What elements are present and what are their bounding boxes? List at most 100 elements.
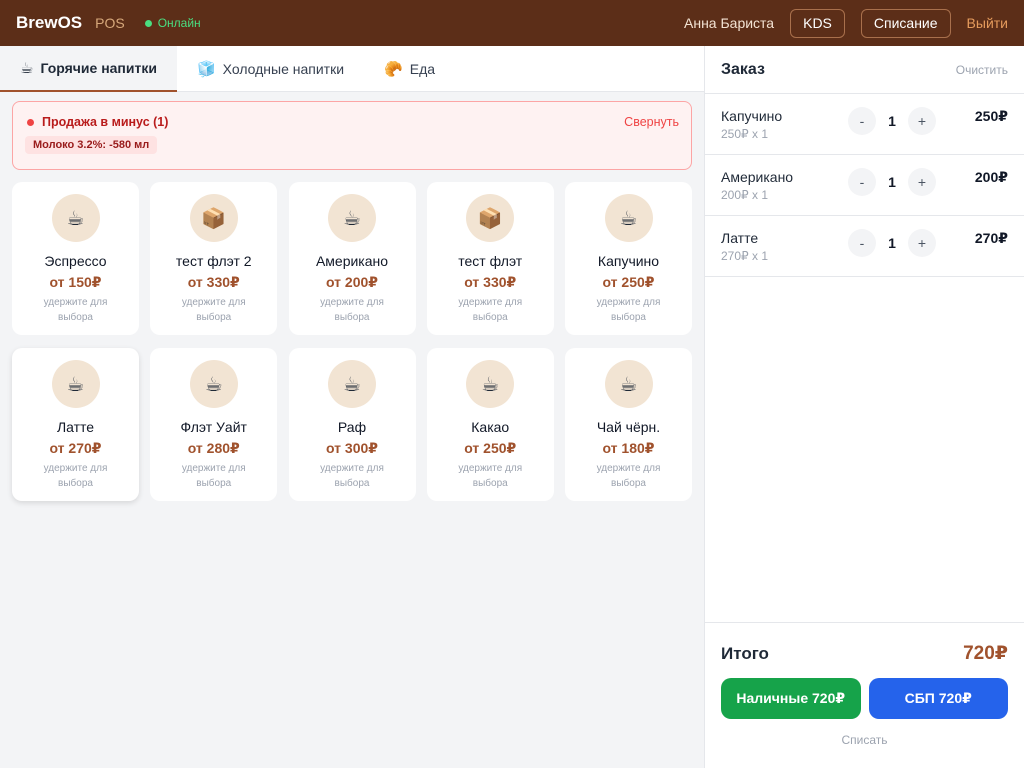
coffee-icon: ☕ (328, 360, 376, 408)
tab-hot-drinks[interactable]: ☕ Горячие напитки (0, 46, 177, 92)
product-grid: ☕ Эспрессо от 150₽ удержите для выбора 📦… (12, 182, 692, 501)
coffee-icon: ☕ (20, 60, 34, 77)
total-value: 720₽ (963, 643, 1008, 664)
box-icon: 📦 (189, 194, 238, 242)
order-item-total: 250₽ (974, 108, 1008, 124)
order-line: Капучино 250₽ x 1 - 1 + 250₽ (705, 94, 1024, 155)
coffee-icon: ☕ (466, 360, 515, 408)
order-line: Американо 200₽ x 1 - 1 + 200₽ (705, 155, 1024, 216)
product-hint: удержите для выбора (181, 297, 246, 323)
collapse-alert-button[interactable]: Свернуть (624, 115, 679, 129)
decrement-button[interactable]: - (848, 229, 876, 257)
product-hint: удержите для выбора (596, 463, 661, 489)
box-icon: 📦 (466, 194, 515, 242)
ice-icon: 🧊 (196, 61, 216, 78)
cash-pay-button[interactable]: Наличные 720₽ (721, 678, 861, 719)
user-name: Анна Бариста (684, 15, 775, 31)
pos-label: POS (95, 15, 125, 31)
product-hint: удержите для выбора (596, 297, 661, 323)
order-item-total: 200₽ (974, 169, 1008, 185)
coffee-icon: ☕ (51, 194, 100, 242)
coffee-icon: ☕ (328, 194, 376, 242)
payment-buttons: Наличные 720₽ СБП 720₽ (721, 678, 1008, 719)
sbp-pay-button[interactable]: СБП 720₽ (868, 678, 1008, 719)
clear-order-button[interactable]: Очистить (956, 63, 1008, 77)
product-card[interactable]: ☕ Какао от 250₽ удержите для выбора (426, 348, 554, 501)
coffee-icon: ☕ (604, 360, 653, 408)
product-name: тест флэт 2 (175, 253, 252, 269)
product-name: Эспрессо (44, 253, 107, 269)
product-hint: удержите для выбора (320, 297, 384, 323)
product-name: Латте (56, 419, 95, 435)
coffee-icon: ☕ (51, 360, 100, 408)
quantity-value: 1 (888, 174, 896, 190)
product-price: от 150₽ (49, 274, 102, 290)
product-price: от 300₽ (325, 440, 379, 456)
product-card[interactable]: 📦 тест флэт от 330₽ удержите для выбора (426, 182, 554, 335)
increment-button[interactable]: + (908, 229, 936, 257)
order-line: Латте 270₽ x 1 - 1 + 270₽ (705, 216, 1024, 277)
increment-button[interactable]: + (908, 168, 936, 196)
product-name: тест флэт (458, 253, 523, 269)
coffee-icon: ☕ (604, 194, 653, 242)
product-name: Флэт Уайт (180, 419, 247, 435)
order-header: Заказ Очистить (705, 46, 1024, 94)
product-price: от 200₽ (325, 274, 379, 290)
product-name: Чай чёрн. (596, 419, 661, 435)
product-card[interactable]: ☕ Эспрессо от 150₽ удержите для выбора (12, 182, 139, 335)
product-price: от 250₽ (602, 274, 655, 290)
quantity-value: 1 (888, 235, 896, 251)
product-hint: удержите для выбора (43, 463, 108, 489)
alert-title-text: Продажа в минус (1) (42, 115, 169, 129)
product-card[interactable]: ☕ Латте от 270₽ удержите для выбора (12, 348, 139, 501)
decrement-button[interactable]: - (848, 168, 876, 196)
tab-label: Горячие напитки (40, 60, 157, 76)
product-name: Какао (471, 419, 510, 435)
product-price: от 250₽ (464, 440, 517, 456)
product-card[interactable]: ☕ Капучино от 250₽ удержите для выбора (565, 182, 692, 335)
product-hint: удержите для выбора (320, 463, 384, 489)
order-item-total: 270₽ (974, 230, 1008, 246)
product-price: от 330₽ (187, 274, 240, 290)
product-card[interactable]: 📦 тест флэт 2 от 330₽ удержите для выбор… (150, 182, 278, 335)
product-hint: удержите для выбора (458, 463, 523, 489)
increment-button[interactable]: + (908, 107, 936, 135)
product-hint: удержите для выбора (181, 463, 246, 489)
order-title: Заказ (721, 60, 765, 78)
product-card[interactable]: ☕ Чай чёрн. от 180₽ удержите для выбора (565, 348, 692, 501)
product-hint: удержите для выбора (458, 297, 523, 323)
quantity-stepper: - 1 + (848, 107, 936, 135)
quantity-stepper: - 1 + (848, 229, 936, 257)
online-dot-icon (144, 19, 152, 27)
writeoff-order-button[interactable]: Списать (721, 733, 1008, 747)
tab-cold-drinks[interactable]: 🧊 Холодные напитки (177, 46, 364, 92)
tab-label: Еда (409, 61, 436, 77)
online-status-label: Онлайн (157, 16, 201, 30)
tab-food[interactable]: 🥐 Еда (364, 46, 455, 92)
total-label: Итого (721, 643, 769, 663)
catalog-panel: ☕ Горячие напитки 🧊 Холодные напитки 🥐 Е… (0, 46, 704, 768)
decrement-button[interactable]: - (848, 107, 876, 135)
alert-dot-icon (27, 118, 34, 126)
product-card[interactable]: ☕ Американо от 200₽ удержите для выбора (288, 182, 416, 335)
product-hint: удержите для выбора (43, 297, 108, 323)
order-panel: Заказ Очистить Капучино 250₽ x 1 - 1 + 2… (704, 46, 1024, 768)
negative-stock-alert: Продажа в минус (1) Свернуть Молоко 3.2%… (12, 101, 692, 170)
product-price: от 280₽ (187, 440, 240, 456)
writeoff-header-button[interactable]: Списание (860, 8, 951, 38)
total-row: Итого 720₽ (721, 642, 1008, 665)
product-price: от 270₽ (49, 440, 102, 456)
product-card[interactable]: ☕ Флэт Уайт от 280₽ удержите для выбора (150, 348, 278, 501)
croissant-icon: 🥐 (384, 61, 403, 78)
product-card[interactable]: ☕ Раф от 300₽ удержите для выбора (288, 348, 416, 501)
quantity-stepper: - 1 + (848, 168, 936, 196)
order-footer: Итого 720₽ Наличные 720₽ СБП 720₽ Списат… (705, 622, 1024, 768)
brand-logo: BrewOS (16, 13, 83, 32)
online-status: Онлайн (144, 16, 201, 30)
coffee-icon: ☕ (189, 360, 238, 408)
logout-button[interactable]: Выйти (967, 15, 1008, 31)
category-tabs: ☕ Горячие напитки 🧊 Холодные напитки 🥐 Е… (0, 46, 704, 92)
header-actions: Анна Бариста KDS Списание Выйти (684, 8, 1008, 38)
kds-button[interactable]: KDS (790, 8, 845, 38)
quantity-value: 1 (888, 113, 896, 129)
